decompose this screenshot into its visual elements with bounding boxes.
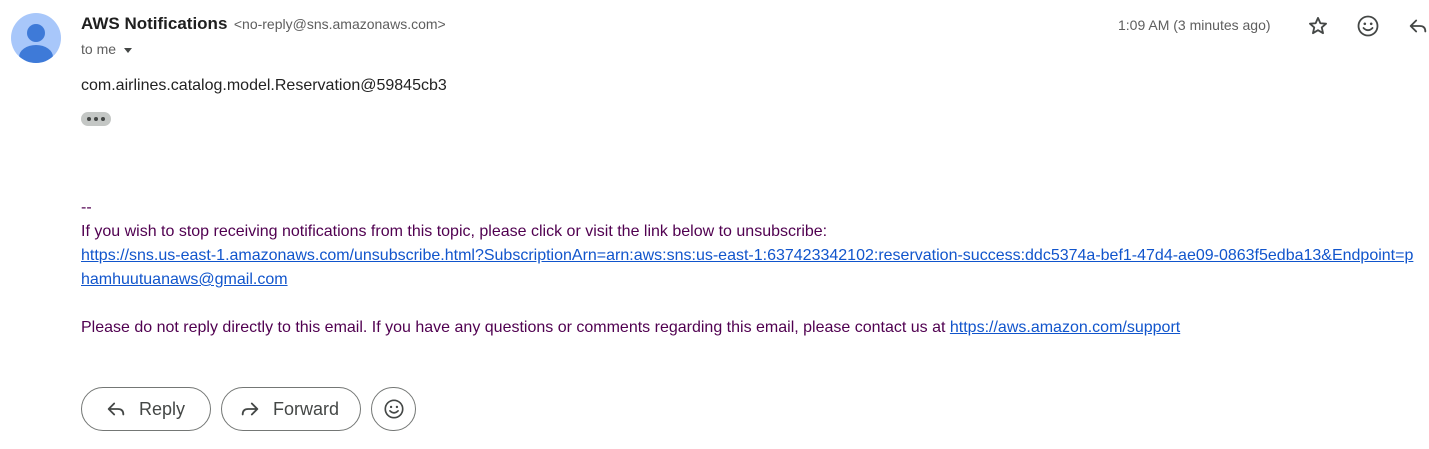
recipient-line: to me (81, 41, 134, 57)
person-avatar-icon (19, 24, 53, 63)
reply-arrow-icon (105, 398, 127, 420)
caret-down-icon[interactable] (122, 43, 134, 55)
signature-separator: -- (81, 199, 92, 216)
unsubscribe-text: If you wish to stop receiving notificati… (81, 223, 828, 240)
star-icon[interactable] (1305, 13, 1331, 39)
react-emoji-button[interactable] (371, 387, 416, 431)
message-footer: -- If you wish to stop receiving notific… (81, 196, 1416, 340)
support-link[interactable]: https://aws.amazon.com/support (950, 319, 1180, 336)
contact-paragraph: Please do not reply directly to this ema… (81, 316, 1416, 340)
reply-button-label: Reply (139, 398, 186, 419)
message-body: com.airlines.catalog.model.Reservation@5… (81, 77, 447, 94)
contact-text: Please do not reply directly to this ema… (81, 319, 950, 336)
smiley-emoji-icon (383, 398, 405, 420)
smiley-emoji-icon[interactable] (1355, 13, 1381, 39)
sender-name[interactable]: AWS Notifications (81, 14, 227, 33)
reply-button[interactable]: Reply (81, 387, 211, 431)
forward-button[interactable]: Forward (221, 387, 361, 431)
sender-email: <no-reply@sns.amazonaws.com> (233, 16, 446, 32)
forward-arrow-icon (239, 398, 261, 420)
show-trimmed-content-button[interactable] (81, 112, 111, 126)
forward-button-label: Forward (273, 398, 340, 419)
message-timestamp: 1:09 AM (3 minutes ago) (1118, 17, 1271, 33)
unsubscribe-link[interactable]: https://sns.us-east-1.amazonaws.com/unsu… (81, 247, 1413, 288)
reply-arrow-icon[interactable] (1405, 13, 1429, 39)
ellipsis-icon (87, 117, 91, 121)
sender-avatar[interactable] (11, 13, 61, 63)
sender-line: AWS Notifications <no-reply@sns.amazonaw… (81, 14, 446, 34)
recipient-label: to me (81, 41, 117, 57)
